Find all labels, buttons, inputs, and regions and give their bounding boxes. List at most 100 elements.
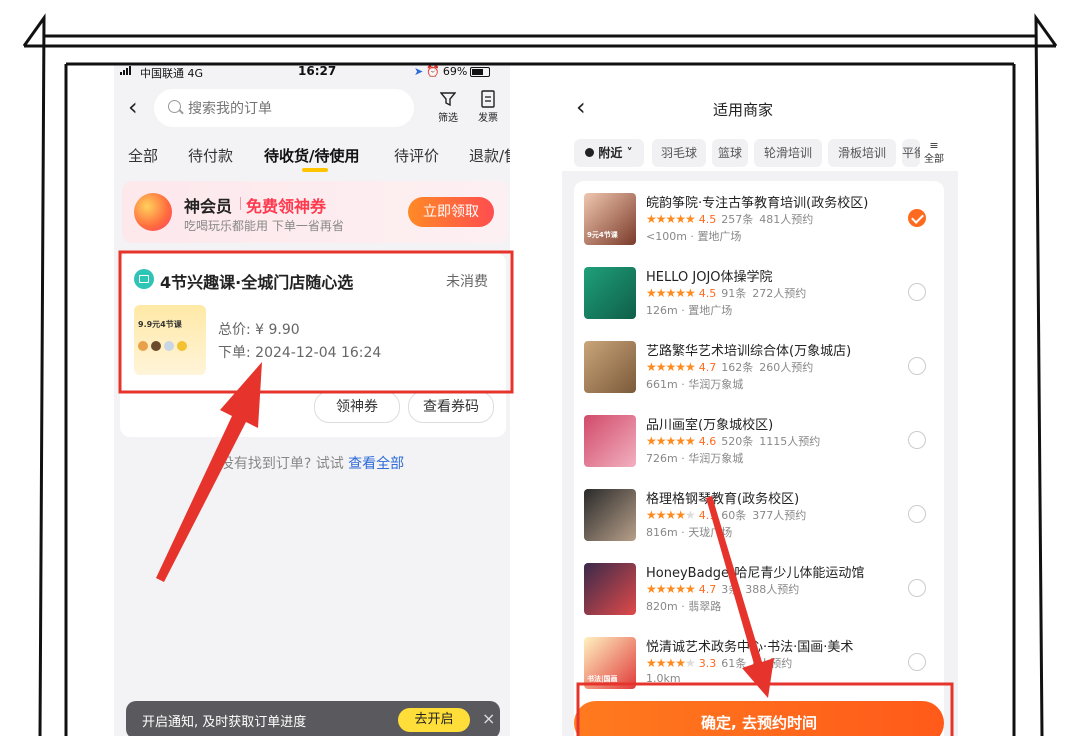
order-search-box[interactable] bbox=[154, 89, 414, 127]
merchant-thumbnail bbox=[584, 489, 636, 541]
merchant-distance: <100m · 置地广场 bbox=[646, 228, 741, 244]
radio-icon[interactable] bbox=[908, 357, 926, 375]
thumbnail-caption: 书法|国画 bbox=[587, 675, 618, 683]
view-all-link[interactable]: 查看全部 bbox=[348, 456, 404, 472]
merchant-rating: ★★★★★ 4.7 3条 388人预约 bbox=[646, 581, 799, 597]
area-name: 置地广场 bbox=[688, 304, 733, 317]
claim-now-button[interactable]: 立即领取 bbox=[408, 197, 494, 227]
merchant-distance: 661m · 华润万象城 bbox=[646, 376, 743, 392]
merchant-thumbnail: 书法|国画 bbox=[584, 637, 636, 689]
location-pin-icon bbox=[585, 148, 595, 157]
separator-dot: · bbox=[686, 230, 698, 243]
merchant-row[interactable]: HoneyBadger哈尼青少儿体能运动馆 ★★★★★ 4.7 3条 388人预约 820… bbox=[574, 559, 944, 633]
order-card[interactable]: 4节兴趣课·全城门店随心选 未消费 9.9元4节课 总价: ¥ 9.90 下单:… bbox=[120, 253, 506, 437]
filter-label: 筛选 bbox=[438, 113, 458, 124]
filter-chip[interactable]: 滑板培训 bbox=[828, 139, 896, 167]
invoice-button[interactable]: 发票 bbox=[472, 89, 504, 124]
filter-chip[interactable]: 轮滑培训 bbox=[754, 139, 822, 167]
radio-icon[interactable] bbox=[908, 505, 926, 523]
no-order-hint: 没有找到订单? 试试 查看全部 bbox=[114, 453, 510, 473]
merchant-thumbnail: 9元4节课 bbox=[584, 193, 636, 245]
radio-icon[interactable] bbox=[908, 283, 926, 301]
merchant-rating: ★★★★★ 4.1 60条 377人预约 bbox=[646, 507, 806, 523]
tab-to-use[interactable]: 待收货/待使用 bbox=[264, 145, 359, 166]
merchant-score: 4.5 bbox=[698, 213, 717, 226]
tab-refund[interactable]: 退款/售 bbox=[469, 145, 510, 166]
star-rating-icon: ★★★★ bbox=[646, 656, 686, 670]
merchant-row[interactable]: HELLO JOJO体操学院 ★★★★★ 4.5 91条 272人预约 126m · 置地… bbox=[574, 263, 944, 337]
location-filter-label: 附近 bbox=[598, 146, 623, 160]
booking-count: 481人预约 bbox=[759, 213, 814, 226]
merchant-row[interactable]: 格理格钢琴教育(政务校区) ★★★★★ 4.1 60条 377人预约 816m · 天珑广… bbox=[574, 485, 944, 559]
promo-brand: 神会员 bbox=[184, 197, 233, 216]
order-search-input[interactable] bbox=[186, 97, 390, 121]
merchant-name: 格理格钢琴教育(政务校区) bbox=[646, 492, 800, 507]
tab-pending-payment[interactable]: 待付款 bbox=[188, 145, 233, 166]
view-code-button[interactable]: 查看券码 bbox=[408, 391, 494, 423]
alarm-icon: ⏰ bbox=[426, 65, 440, 78]
confirm-booking-button[interactable]: 确定, 去预约时间 bbox=[574, 701, 944, 736]
membership-logo-icon bbox=[134, 193, 172, 231]
search-icon bbox=[168, 100, 181, 113]
promo-highlight: 免费领神券 bbox=[246, 197, 327, 216]
review-count: 257条 bbox=[721, 213, 754, 226]
enable-notification-button[interactable]: 去开启 bbox=[398, 708, 470, 732]
star-rating-icon: ★★★★★ bbox=[646, 434, 696, 448]
filter-chip[interactable]: 羽毛球 bbox=[652, 139, 706, 167]
all-categories-button[interactable]: ≡ 全部 bbox=[924, 139, 944, 165]
filter-button[interactable]: 筛选 bbox=[432, 89, 464, 124]
signal-icon bbox=[120, 66, 131, 75]
radio-icon[interactable] bbox=[908, 431, 926, 449]
merchant-row[interactable]: 书法|国画 悦清诚艺术政务中心·书法·国画·美术 ★★★★★ 3.3 61条 4人预约 1.… bbox=[574, 633, 944, 707]
merchant-row[interactable]: 艺路繁华艺术培训综合体(万象城店) ★★★★★ 4.7 162条 260人预约 661m … bbox=[574, 337, 944, 411]
distance-value: 820m bbox=[646, 600, 678, 613]
order-time: 下单: 2024-12-04 16:24 bbox=[218, 345, 382, 361]
all-categories-label: 全部 bbox=[924, 154, 944, 165]
selected-radio-icon[interactable] bbox=[908, 209, 926, 227]
radio-icon[interactable] bbox=[908, 653, 926, 671]
merchant-score: 4.5 bbox=[698, 287, 717, 300]
menu-icon: ≡ bbox=[929, 139, 939, 152]
tab-to-review[interactable]: 待评价 bbox=[394, 145, 439, 166]
star-rating-icon: ★★★★★ bbox=[646, 212, 696, 226]
location-filter[interactable]: 附近 ˅ bbox=[574, 139, 644, 167]
merchant-score: 3.3 bbox=[698, 657, 717, 670]
merchant-name: 皖韵筝院·专注古筝教育培训(政务校区) bbox=[646, 196, 869, 211]
thumbnail-caption: 9.9元4节课 bbox=[138, 320, 182, 329]
separator-dot: · bbox=[677, 526, 689, 539]
order-status: 未消费 bbox=[446, 274, 488, 290]
booking-count: 377人预约 bbox=[752, 509, 807, 522]
merchant-distance: 816m · 天珑广场 bbox=[646, 524, 732, 540]
empty-star-icon: ★ bbox=[685, 656, 696, 670]
review-count: 61条 bbox=[721, 657, 747, 670]
merchant-thumbnail bbox=[584, 341, 636, 393]
merchant-row[interactable]: 9元4节课 皖韵筝院·专注古筝教育培训(政务校区) ★★★★★ 4.5 257条 481人… bbox=[574, 189, 944, 263]
star-rating-icon: ★★★★ bbox=[646, 508, 686, 522]
distance-value: 816m bbox=[646, 526, 678, 539]
merchant-row[interactable]: 品川画室(万象城校区) ★★★★★ 4.6 520条 1115人预约 726m · 华润万… bbox=[574, 411, 944, 485]
area-name: 华润万象城 bbox=[688, 452, 744, 465]
booking-count: 260人预约 bbox=[759, 361, 814, 374]
tab-all[interactable]: 全部 bbox=[128, 145, 158, 166]
merchant-rating: ★★★★★ 4.6 520条 1115人预约 bbox=[646, 433, 820, 449]
distance-value: 126m bbox=[646, 304, 678, 317]
merchant-rating: ★★★★★ 4.5 257条 481人预约 bbox=[646, 211, 813, 227]
close-icon[interactable]: × bbox=[482, 709, 495, 728]
membership-banner[interactable]: 神会员 免费领神券 吃喝玩乐都能用 下单一省再省 立即领取 bbox=[122, 181, 508, 243]
thumbnail-caption: 9元4节课 bbox=[587, 231, 618, 239]
separator-dot: · bbox=[677, 378, 689, 391]
merchant-thumbnail bbox=[584, 563, 636, 615]
get-coupon-button[interactable]: 领神券 bbox=[314, 391, 400, 423]
merchant-distance: 820m · 翡翠路 bbox=[646, 598, 721, 614]
clock: 16:27 bbox=[298, 64, 337, 78]
merchant-distance: 726m · 华润万象城 bbox=[646, 450, 743, 466]
filter-chip[interactable]: 平衡 bbox=[902, 139, 920, 167]
distance-value: <100m bbox=[646, 230, 687, 243]
orders-screen: 中国联通 4G 16:27 ➤ ⏰ 69% ‹ 筛选 发票 全部 bbox=[114, 63, 510, 736]
filter-chip[interactable]: 篮球 bbox=[712, 139, 748, 167]
promo-subtitle: 吃喝玩乐都能用 下单一省再省 bbox=[184, 219, 344, 233]
back-icon[interactable]: ‹ bbox=[128, 95, 138, 119]
radio-icon[interactable] bbox=[908, 579, 926, 597]
merchant-name: 品川画室(万象城校区) bbox=[646, 418, 774, 433]
merchants-header: ‹ 适用商家 bbox=[562, 85, 958, 125]
